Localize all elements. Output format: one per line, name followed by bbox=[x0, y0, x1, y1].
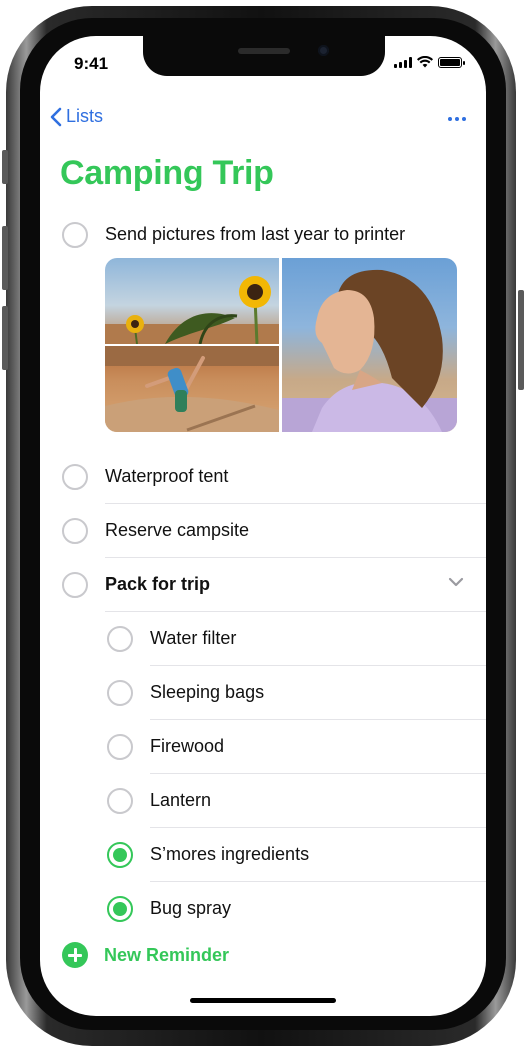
reminder-row[interactable]: Reserve campsite bbox=[40, 504, 486, 558]
back-button[interactable]: Lists bbox=[50, 106, 103, 127]
completion-circle[interactable] bbox=[107, 734, 133, 760]
subtask-label: Lantern bbox=[150, 790, 212, 810]
reminder-row[interactable]: Send pictures from last year to printer bbox=[40, 208, 486, 262]
volume-down-button bbox=[2, 306, 8, 370]
portrait-illustration bbox=[282, 269, 457, 432]
sunflower-illustration bbox=[105, 276, 279, 344]
reminder-label: Waterproof tent bbox=[105, 466, 229, 486]
subtask-label: S’mores ingredients bbox=[150, 844, 310, 864]
completion-circle[interactable] bbox=[62, 222, 88, 248]
completion-circle[interactable] bbox=[62, 464, 88, 490]
new-reminder-label: New Reminder bbox=[104, 944, 230, 965]
completion-circle[interactable] bbox=[62, 572, 88, 598]
cartwheel-illustration bbox=[105, 346, 279, 432]
subtask-label: Firewood bbox=[150, 736, 225, 756]
subtask-row[interactable]: S’mores ingredients bbox=[40, 828, 486, 882]
subtask-row[interactable]: Lantern bbox=[40, 774, 486, 828]
reminder-label: Send pictures from last year to printer bbox=[105, 224, 406, 244]
earpiece-speaker bbox=[238, 48, 290, 54]
chevron-left-icon bbox=[50, 107, 62, 126]
subtask-label: Sleeping bags bbox=[150, 682, 265, 702]
notch bbox=[143, 36, 385, 76]
phone-screen: 9:41 Lists Camping Trip Send pictures fr… bbox=[40, 36, 486, 1016]
completion-circle[interactable] bbox=[107, 788, 133, 814]
reminder-row[interactable]: Pack for trip bbox=[40, 558, 486, 612]
ellipsis-icon-dot bbox=[462, 117, 466, 121]
plus-circle-icon bbox=[62, 942, 88, 968]
back-label: Lists bbox=[66, 106, 104, 126]
volume-up-button bbox=[2, 226, 8, 290]
subtask-row[interactable]: Water filter bbox=[40, 612, 486, 666]
cartwheel-photo[interactable] bbox=[105, 346, 279, 432]
home-indicator[interactable] bbox=[190, 998, 336, 1003]
silent-switch bbox=[2, 150, 8, 184]
completion-circle[interactable] bbox=[62, 518, 88, 544]
status-time: 9:41 bbox=[74, 54, 109, 73]
cellular-signal-icon bbox=[394, 57, 412, 68]
subtask-row[interactable]: Bug spray bbox=[40, 882, 486, 936]
list-title: Camping Trip bbox=[60, 154, 274, 192]
front-camera bbox=[318, 45, 329, 56]
ellipsis-icon-dot bbox=[448, 117, 452, 121]
wifi-icon bbox=[417, 56, 433, 68]
portrait-photo[interactable] bbox=[282, 258, 457, 432]
navigation-bar: Lists bbox=[40, 106, 486, 136]
sunflowers-photo[interactable] bbox=[105, 258, 279, 344]
reminder-label: Pack for trip bbox=[105, 574, 211, 594]
more-button[interactable] bbox=[442, 106, 472, 132]
subtask-row[interactable]: Sleeping bags bbox=[40, 666, 486, 720]
status-icons bbox=[394, 56, 465, 68]
completed-circle[interactable] bbox=[107, 896, 133, 922]
completion-circle[interactable] bbox=[107, 626, 133, 652]
photo-stack bbox=[105, 258, 279, 432]
chevron-down-icon[interactable] bbox=[448, 577, 464, 587]
reminder-row[interactable]: Waterproof tent bbox=[40, 450, 486, 504]
side-button bbox=[518, 290, 524, 390]
subtask-label: Water filter bbox=[150, 628, 237, 648]
completion-circle[interactable] bbox=[107, 680, 133, 706]
new-reminder-button[interactable]: New Reminder bbox=[62, 942, 229, 968]
subtask-label: Bug spray bbox=[150, 898, 232, 918]
ellipsis-icon-dot bbox=[455, 117, 459, 121]
completed-circle[interactable] bbox=[107, 842, 133, 868]
reminder-label: Reserve campsite bbox=[105, 520, 250, 540]
battery-icon bbox=[438, 57, 465, 68]
attachment-photos[interactable] bbox=[105, 258, 457, 432]
subtask-row[interactable]: Firewood bbox=[40, 720, 486, 774]
